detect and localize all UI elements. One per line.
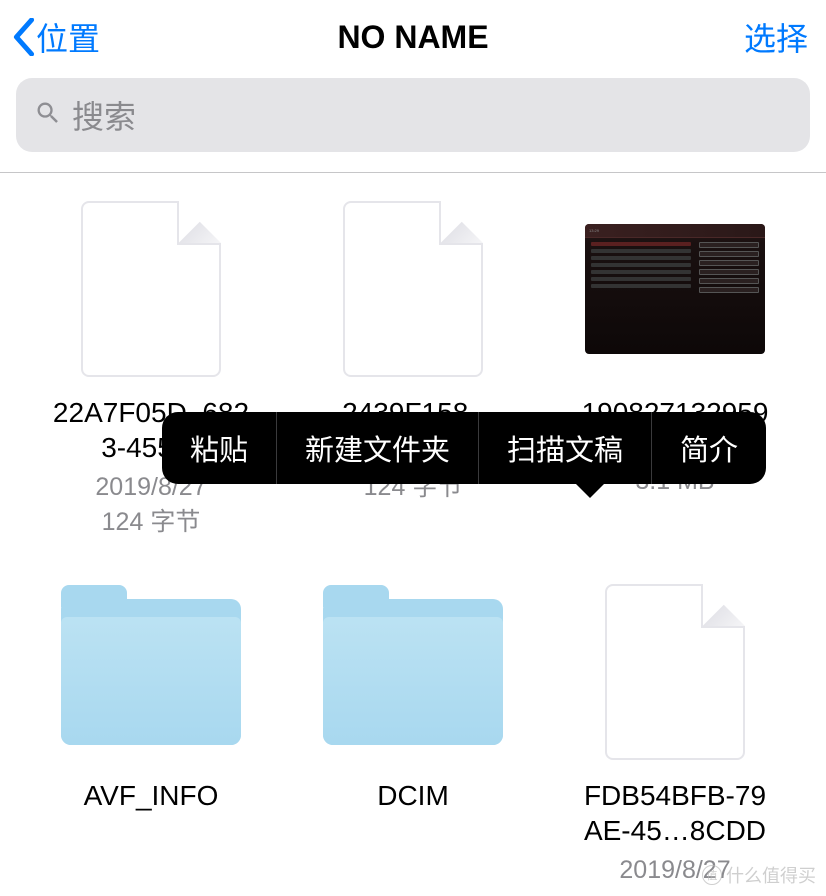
file-thumbnail: 13:29 [585,199,765,379]
chevron-left-icon [12,18,36,56]
folder-icon [323,599,503,745]
folder-item[interactable]: DCIM [292,582,534,885]
document-icon [81,201,221,377]
back-button[interactable]: 位置 [12,14,100,60]
watermark: 值 什么值得买 [702,862,816,888]
search-icon [34,99,62,132]
folder-item[interactable]: AVF_INFO [30,582,272,885]
paste-menu-item[interactable]: 粘贴 [162,412,276,484]
folder-thumbnail [61,582,241,762]
search-wrapper: 搜索 [0,78,826,172]
item-name: DCIM [377,778,449,813]
search-input[interactable]: 搜索 [16,78,810,152]
item-size: 124 字节 [102,502,201,538]
watermark-badge-icon: 值 [702,865,722,885]
scan-menu-item[interactable]: 扫描文稿 [479,412,651,484]
file-thumbnail [61,199,241,379]
info-menu-item[interactable]: 简介 [652,412,766,484]
folder-icon [61,599,241,745]
back-label: 位置 [36,14,100,60]
context-menu-arrow-icon [574,482,606,498]
document-icon [343,201,483,377]
new-folder-menu-item[interactable]: 新建文件夹 [277,412,478,484]
context-menu: 粘贴 新建文件夹 扫描文稿 简介 [162,412,766,484]
item-name: FDB54BFB-79AE-45…8CDD [584,778,766,848]
file-item[interactable]: FDB54BFB-79AE-45…8CDD 2019/8/27 [554,582,796,885]
select-button[interactable]: 选择 [744,14,808,60]
file-thumbnail [323,199,503,379]
watermark-text: 什么值得买 [726,862,816,888]
search-placeholder: 搜索 [72,92,136,138]
image-preview-icon: 13:29 [585,224,765,354]
item-name: AVF_INFO [84,778,219,813]
folder-thumbnail [323,582,503,762]
file-item[interactable]: 2439F158_ 2019/8/27 124 字节 [292,199,534,538]
file-grid: 22A7F05D_6823-455… 2019/8/27 124 字节 2439… [0,173,826,885]
navigation-bar: 位置 NO NAME 选择 [0,0,826,78]
page-title: NO NAME [337,19,488,56]
document-icon [605,584,745,760]
file-item[interactable]: 22A7F05D_6823-455… 2019/8/27 124 字节 [30,199,272,538]
file-thumbnail [585,582,765,762]
